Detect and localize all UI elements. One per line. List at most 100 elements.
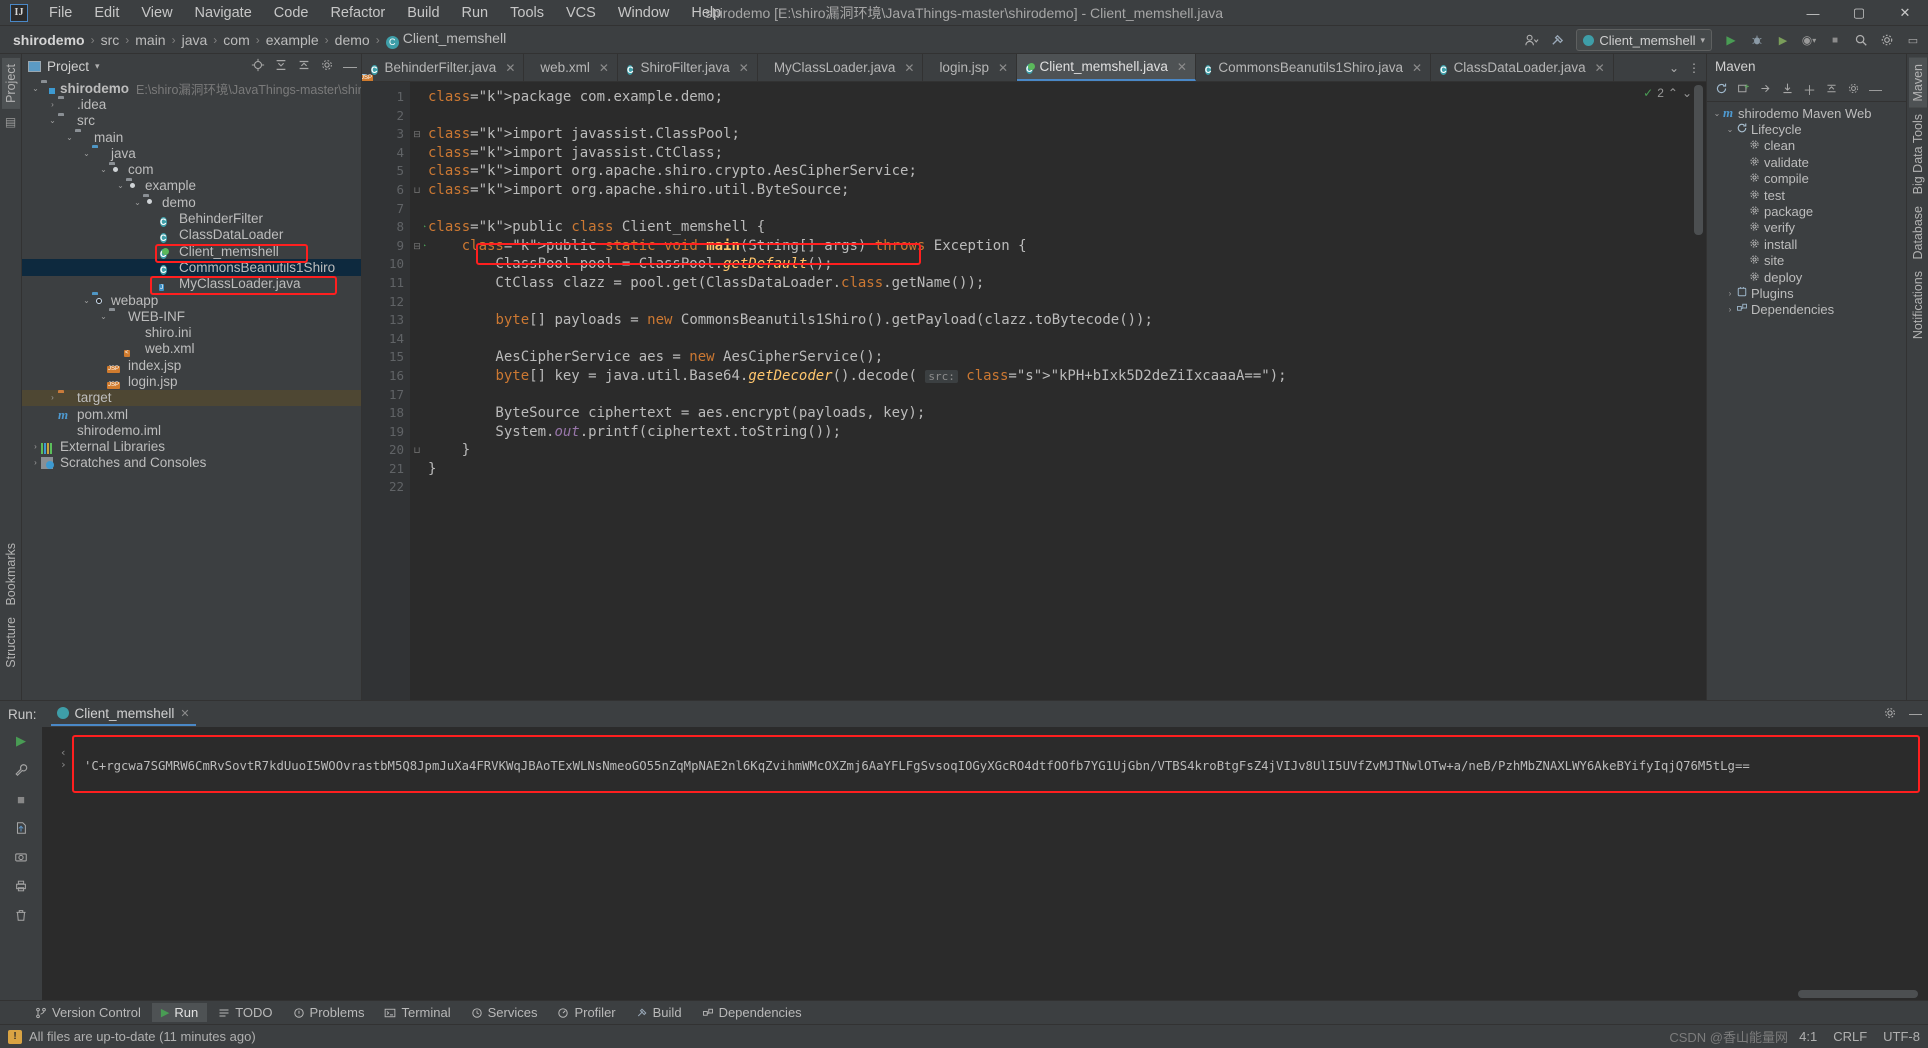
menu-edit[interactable]: Edit	[83, 2, 130, 24]
maven-node-validate[interactable]: validate	[1707, 154, 1906, 170]
code-line[interactable]: class="k">public static void main(String…	[424, 237, 1692, 256]
maximize-button[interactable]: ▢	[1836, 0, 1882, 26]
code-line[interactable]: class="k">package com.example.demo;	[424, 88, 1692, 107]
code-line[interactable]	[424, 330, 1692, 349]
bottom-tab-profiler[interactable]: Profiler	[548, 1003, 624, 1022]
settings-gear-icon[interactable]	[320, 58, 334, 75]
breadcrumb-item-shirodemo[interactable]: shirodemo	[8, 30, 90, 50]
fold-marker[interactable]: ⊟	[410, 125, 424, 144]
console-hscrollbar[interactable]	[42, 988, 1928, 1000]
sidebar-item-project[interactable]: Project	[1, 58, 20, 109]
run-goal-icon[interactable]	[1759, 82, 1772, 98]
code-line[interactable]	[424, 386, 1692, 405]
tree-expander-icon[interactable]: ⌄	[81, 149, 92, 158]
sidebar-item-notifications[interactable]: Notifications	[1909, 265, 1927, 345]
minimize-button[interactable]: —	[1790, 0, 1836, 26]
hide-panel-icon[interactable]: —	[1909, 706, 1922, 723]
editor-tab-classdataloader-java[interactable]: C ClassDataLoader.java ✕	[1431, 54, 1614, 81]
menu-vcs[interactable]: VCS	[555, 2, 607, 24]
tree-node-example[interactable]: ⌄ example	[22, 178, 361, 194]
tree-node-login-jsp[interactable]: JSP login.jsp	[22, 373, 361, 390]
sidebar-item-maven[interactable]: Maven	[1908, 58, 1927, 108]
editor-tab-shirofilter-java[interactable]: C ShiroFilter.java ✕	[618, 54, 758, 81]
editor-scrollbar-thumb[interactable]	[1694, 85, 1703, 235]
stretch-icon[interactable]: ▭	[1902, 29, 1924, 51]
bottom-tool-tabs[interactable]: Version Control ▶ Run TODO Problems Terminal S…	[0, 1000, 1928, 1024]
tree-expander-icon[interactable]: ⌄	[132, 198, 143, 207]
collapse-all-icon[interactable]	[1825, 82, 1838, 98]
refresh-icon[interactable]	[1715, 82, 1728, 98]
breadcrumb-item-class[interactable]: C Client_memshell	[381, 28, 511, 51]
bottom-tab-run[interactable]: ▶ Run	[151, 1003, 208, 1022]
close-icon[interactable]: ✕	[1177, 60, 1187, 74]
close-icon[interactable]: ✕	[904, 61, 914, 75]
code-line[interactable]: class="k">import org.apache.shiro.crypto…	[424, 162, 1692, 181]
tree-expander-icon[interactable]: ⌄	[30, 84, 41, 93]
tree-node-index-jsp[interactable]: JSP index.jsp	[22, 357, 361, 374]
line-separator[interactable]: CRLF	[1833, 1029, 1867, 1044]
code-line[interactable]: CtClass clazz = pool.get(ClassDataLoader…	[424, 274, 1692, 293]
tree-node-external-libraries[interactable]: › External Libraries	[22, 439, 361, 455]
editor-fold-column[interactable]: ⊟ ⊔ ⊟ ⊔	[410, 82, 424, 700]
prev-problem-icon[interactable]: ⌃	[1668, 86, 1678, 100]
tree-node-client-memshell[interactable]: C Client_memshell	[22, 243, 361, 260]
tree-node-shirodemo-iml[interactable]: shirodemo.iml	[22, 422, 361, 438]
maven-node-dependencies[interactable]: › Dependencies	[1707, 302, 1906, 318]
code-line[interactable]: byte[] payloads = new CommonsBeanutils1S…	[424, 311, 1692, 330]
collapse-all-icon[interactable]	[297, 58, 311, 75]
editor-tab-login-jsp[interactable]: JSP login.jsp ✕	[362, 54, 1018, 81]
tree-node-target[interactable]: › target	[22, 389, 361, 406]
maven-node-lifecycle[interactable]: ⌄ Lifecycle	[1707, 121, 1906, 137]
tree-expander-icon[interactable]: ⌄	[115, 181, 126, 190]
code-line[interactable]: class="k">public class Client_memshell {	[424, 218, 1692, 237]
camera-icon[interactable]	[11, 847, 31, 867]
profiler-button[interactable]: ◉ ▾	[1798, 29, 1820, 51]
tree-expander-icon[interactable]: ›	[1724, 289, 1736, 298]
run-button[interactable]: ▶	[1720, 29, 1742, 51]
add-dependency-icon[interactable]	[1737, 82, 1750, 98]
menu-navigate[interactable]: Navigate	[184, 2, 263, 24]
menu-code[interactable]: Code	[263, 2, 320, 24]
maven-node-verify[interactable]: verify	[1707, 220, 1906, 236]
chevron-down-icon[interactable]: ⌄	[1669, 61, 1679, 75]
maven-node-plugins[interactable]: › Plugins	[1707, 285, 1906, 301]
tree-node-scratches-and-consoles[interactable]: › Scratches and Consoles	[22, 455, 361, 471]
code-line[interactable]	[424, 478, 1692, 497]
breadcrumb-item-java[interactable]: java	[177, 30, 213, 50]
debug-button[interactable]	[1746, 29, 1768, 51]
code-line[interactable]	[424, 107, 1692, 126]
commit-icon[interactable]: ▤	[5, 115, 16, 129]
close-icon[interactable]: ✕	[1595, 61, 1605, 75]
tree-node-classdataloader[interactable]: C ClassDataLoader	[22, 227, 361, 243]
menu-file[interactable]: File	[38, 2, 83, 24]
run-with-coverage-button[interactable]: ▶	[1772, 29, 1794, 51]
bottom-tab-problems[interactable]: Problems	[284, 1003, 374, 1022]
tree-node-main[interactable]: ⌄ main	[22, 129, 361, 145]
menu-window[interactable]: Window	[607, 2, 681, 24]
tree-node-commonsbeanutils1shiro[interactable]: C CommonsBeanutils1Shiro	[22, 259, 361, 276]
console-output[interactable]: ‹ › 'C+rgcwa7SGMRW6CmRvSovtR7kdUuoI5WOOv…	[42, 727, 1928, 1000]
code-line[interactable]	[424, 200, 1692, 219]
menu-refactor[interactable]: Refactor	[319, 2, 396, 24]
expand-all-icon[interactable]	[274, 58, 288, 75]
plus-icon[interactable]: ＋	[1803, 80, 1816, 99]
tree-expander-icon[interactable]: ⌄	[98, 165, 109, 174]
tree-node-behinderfilter[interactable]: C BehinderFilter	[22, 210, 361, 227]
code-line[interactable]: }	[424, 460, 1692, 479]
maven-node-deploy[interactable]: deploy	[1707, 269, 1906, 285]
print-icon[interactable]	[11, 876, 31, 896]
sidebar-item-structure[interactable]: Structure	[2, 611, 20, 674]
more-options-icon[interactable]: ⋮	[1688, 61, 1700, 75]
search-icon[interactable]	[1850, 29, 1872, 51]
close-icon[interactable]: ✕	[180, 707, 189, 720]
tree-node-myclassloader-java[interactable]: J MyClassLoader.java	[22, 276, 361, 292]
fold-marker[interactable]: ⊔	[410, 441, 424, 460]
project-tree[interactable]: ⌄ shirodemo E:\shiro漏洞环境\JavaThings-master…	[22, 78, 361, 700]
code-line[interactable]: ClassPool pool = ClassPool.getDefault();	[424, 255, 1692, 274]
stop-button[interactable]: ■	[1824, 29, 1846, 51]
menu-tools[interactable]: Tools	[499, 2, 555, 24]
caret-position[interactable]: 4:1	[1799, 1029, 1817, 1044]
bottom-tab-dependencies[interactable]: Dependencies	[693, 1003, 811, 1022]
tree-node-shirodemo[interactable]: ⌄ shirodemo E:\shiro漏洞环境\JavaThings-master…	[22, 80, 361, 97]
run-configuration-selector[interactable]: Client_memshell ▾	[1576, 29, 1712, 51]
